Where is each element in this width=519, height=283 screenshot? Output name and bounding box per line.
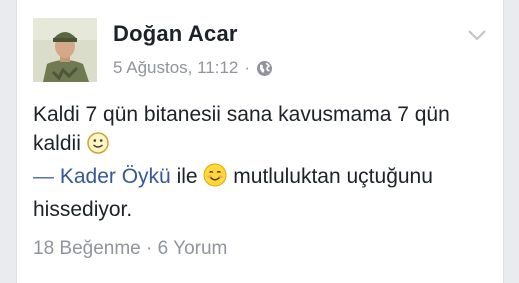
- smile-emoji-icon: [86, 132, 109, 162]
- comments-count[interactable]: 6 Yorum: [158, 238, 228, 259]
- post-card: Doğan Acar 5 Ağustos, 11:12 · Kaldi 7 qü…: [16, 0, 504, 283]
- likes-count[interactable]: 18 Beğenme: [33, 238, 141, 259]
- post-text: Kaldi 7 qün bitanesii sana kavusmama 7 q…: [33, 100, 498, 224]
- tag-line: — Kader Öykü ile mutluluktan uçtuğunu: [33, 163, 433, 188]
- globe-icon[interactable]: [256, 60, 273, 77]
- post-stats: 18 Beğenme · 6 Yorum: [33, 238, 227, 260]
- feeling-text-line1: mutluluktan uçtuğunu: [233, 165, 433, 188]
- tagged-person-link[interactable]: Kader Öykü: [60, 165, 171, 188]
- chevron-down-icon[interactable]: [467, 28, 487, 42]
- post-text-line1: Kaldi 7 qün bitanesii sana kavusmama 7 q…: [33, 103, 450, 126]
- meta-separator: ·: [244, 58, 251, 77]
- blush-emoji-icon: [203, 163, 227, 195]
- avatar[interactable]: [33, 18, 97, 82]
- avatar-image: [33, 18, 97, 82]
- tag-connector: ile: [176, 165, 198, 188]
- post-meta: 5 Ağustos, 11:12 ·: [113, 58, 273, 78]
- post-timestamp[interactable]: 5 Ağustos, 11:12: [113, 58, 238, 78]
- stats-separator: ·: [146, 238, 153, 259]
- tag-dash: —: [33, 165, 54, 188]
- author-name[interactable]: Doğan Acar: [113, 21, 238, 47]
- feeling-text-line2: hissediyor.: [33, 198, 133, 221]
- post-text-line2: kaldii: [33, 132, 81, 155]
